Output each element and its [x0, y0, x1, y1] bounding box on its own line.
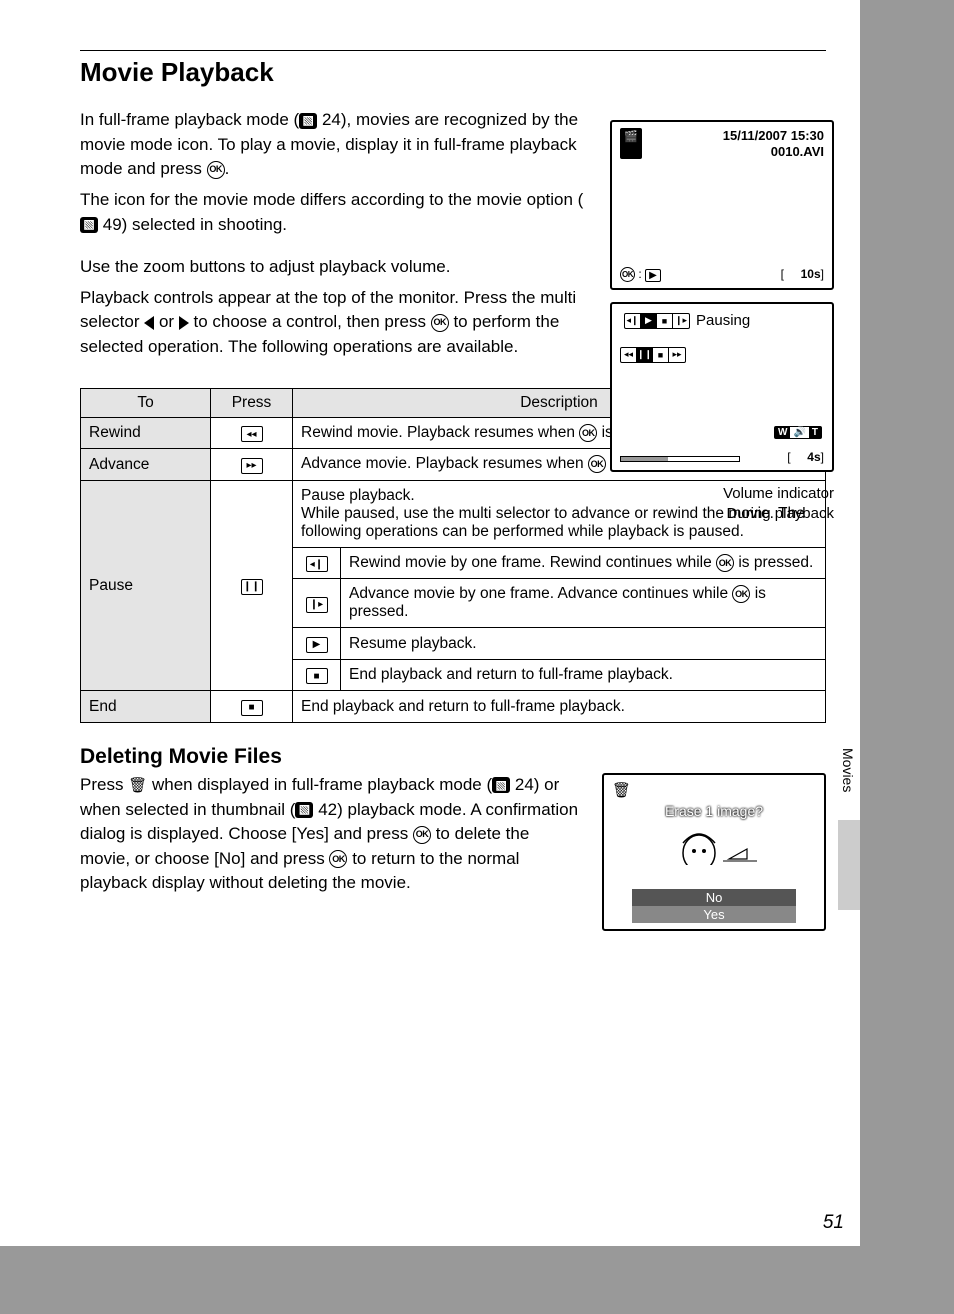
ref-icon: ▧: [295, 802, 313, 818]
section-tab: Movies: [836, 740, 860, 800]
erase-confirm-screen: Erase 1 image? No Yes: [602, 773, 826, 931]
deleting-heading: Deleting Movie Files: [80, 745, 826, 769]
delete-paragraph: Press when displayed in full-frame playb…: [80, 773, 582, 896]
resume-desc: Resume playback.: [341, 628, 826, 660]
zoom-w: W: [775, 427, 790, 438]
screen-filename: 0010.AVI: [723, 144, 824, 160]
ok-button-icon: OK: [620, 267, 635, 282]
row-rewind-label: Rewind: [81, 417, 211, 449]
page-ref: 49: [103, 215, 122, 234]
text-fragment: Rewind movie. Playback resumes when: [301, 424, 579, 441]
face-illustration: [604, 823, 824, 873]
ok-button-icon: OK: [588, 455, 606, 473]
frame-advance-desc: Advance movie by one frame. Advance cont…: [341, 579, 826, 628]
trash-icon: [612, 781, 631, 799]
text-fragment: to choose a control, then press: [189, 312, 431, 331]
trash-icon: [128, 775, 147, 794]
stop-icon: ■: [306, 668, 328, 684]
thumb-tab: [838, 820, 860, 910]
text-fragment: In full-frame playback mode (: [80, 110, 299, 129]
ref-icon: ▧: [492, 777, 510, 793]
left-arrow-icon: [144, 316, 154, 330]
pausing-screen-preview: ◂❙▶■❙▸ Pausing ◂◂❙❙■▸▸ W🔊T [ 4s]: [610, 302, 834, 472]
play-icon: ▶: [645, 269, 661, 282]
zoom-volume-indicator: W🔊T: [774, 422, 822, 440]
movie-mode-icon: 🎬: [620, 128, 642, 159]
frame-rewind-desc: Rewind movie by one frame. Rewind contin…: [341, 547, 826, 579]
frame-advance-icon: ❙▸: [306, 597, 328, 613]
erase-option-no: No: [632, 889, 796, 906]
caption-volume: Volume indicator: [610, 484, 834, 504]
row-end-desc: End playback and return to full-frame pl…: [293, 691, 826, 723]
page-title: Movie Playback: [80, 57, 826, 88]
ok-button-icon: OK: [716, 554, 734, 572]
text-fragment: Rewind movie by one frame. Rewind contin…: [349, 554, 716, 571]
resume-icon: ▶: [306, 637, 328, 653]
ok-button-icon: OK: [413, 826, 431, 844]
control-strip-icon: ◂❙▶■❙▸: [624, 313, 690, 329]
pausing-label: Pausing: [696, 312, 750, 329]
rewind-button-icon: ◂◂: [241, 426, 263, 442]
ref-icon: ▧: [299, 113, 317, 129]
page-ref: 42: [318, 800, 337, 819]
intro-paragraph-1: In full-frame playback mode (▧ 24), movi…: [80, 108, 590, 182]
row-advance-label: Advance: [81, 449, 211, 481]
text-fragment: Advance movie by one frame. Advance cont…: [349, 585, 732, 602]
ref-icon: ▧: [80, 217, 98, 233]
screen-duration: 4s: [807, 450, 820, 464]
text-fragment: ) selected in shooting.: [122, 215, 287, 234]
intro-paragraph-2: The icon for the movie mode differs acco…: [80, 188, 590, 237]
playback-screen-preview: 🎬 15/11/2007 15:30 0010.AVI OK : ▶ [ 10s…: [610, 120, 834, 290]
ok-button-icon: OK: [579, 424, 597, 442]
control-strip-icon: ◂◂❙❙■▸▸: [620, 347, 686, 363]
text-fragment: The icon for the movie mode differs acco…: [80, 190, 583, 209]
text-fragment: Advance movie. Playback resumes when: [301, 456, 588, 473]
col-press: Press: [211, 388, 293, 417]
ok-button-icon: OK: [329, 850, 347, 868]
ok-button-icon: OK: [431, 314, 449, 332]
row-end-label: End: [81, 691, 211, 723]
ok-button-icon: OK: [732, 585, 750, 603]
erase-question: Erase 1 image?: [604, 803, 824, 819]
row-pause-label: Pause: [81, 480, 211, 691]
text-fragment: Press: [80, 775, 128, 794]
text-fragment: is pressed.: [734, 554, 813, 571]
ok-button-icon: OK: [207, 161, 225, 179]
advance-button-icon: ▸▸: [241, 458, 263, 474]
frame-rewind-icon: ◂❙: [306, 556, 328, 572]
paragraph-3: Use the zoom buttons to adjust playback …: [80, 255, 590, 280]
text-fragment: or: [154, 312, 179, 331]
paragraph-4: Playback controls appear at the top of t…: [80, 286, 590, 360]
right-arrow-icon: [179, 316, 189, 330]
page-ref: 24: [515, 775, 534, 794]
erase-option-yes: Yes: [632, 906, 796, 923]
end-button-icon: ■: [241, 700, 263, 716]
stop-desc: End playback and return to full-frame pl…: [341, 659, 826, 691]
text-fragment: when displayed in full-frame playback mo…: [147, 775, 492, 794]
screen-datetime: 15/11/2007 15:30: [723, 128, 824, 144]
pause-button-icon: ❙❙: [241, 579, 263, 595]
caption-playback: During playback: [610, 504, 834, 524]
text-fragment: .: [225, 159, 230, 178]
page-ref: 24: [322, 110, 341, 129]
screen-duration: 10s: [801, 267, 821, 281]
zoom-t: T: [809, 427, 821, 438]
col-to: To: [81, 388, 211, 417]
page-number: 51: [823, 1212, 844, 1234]
